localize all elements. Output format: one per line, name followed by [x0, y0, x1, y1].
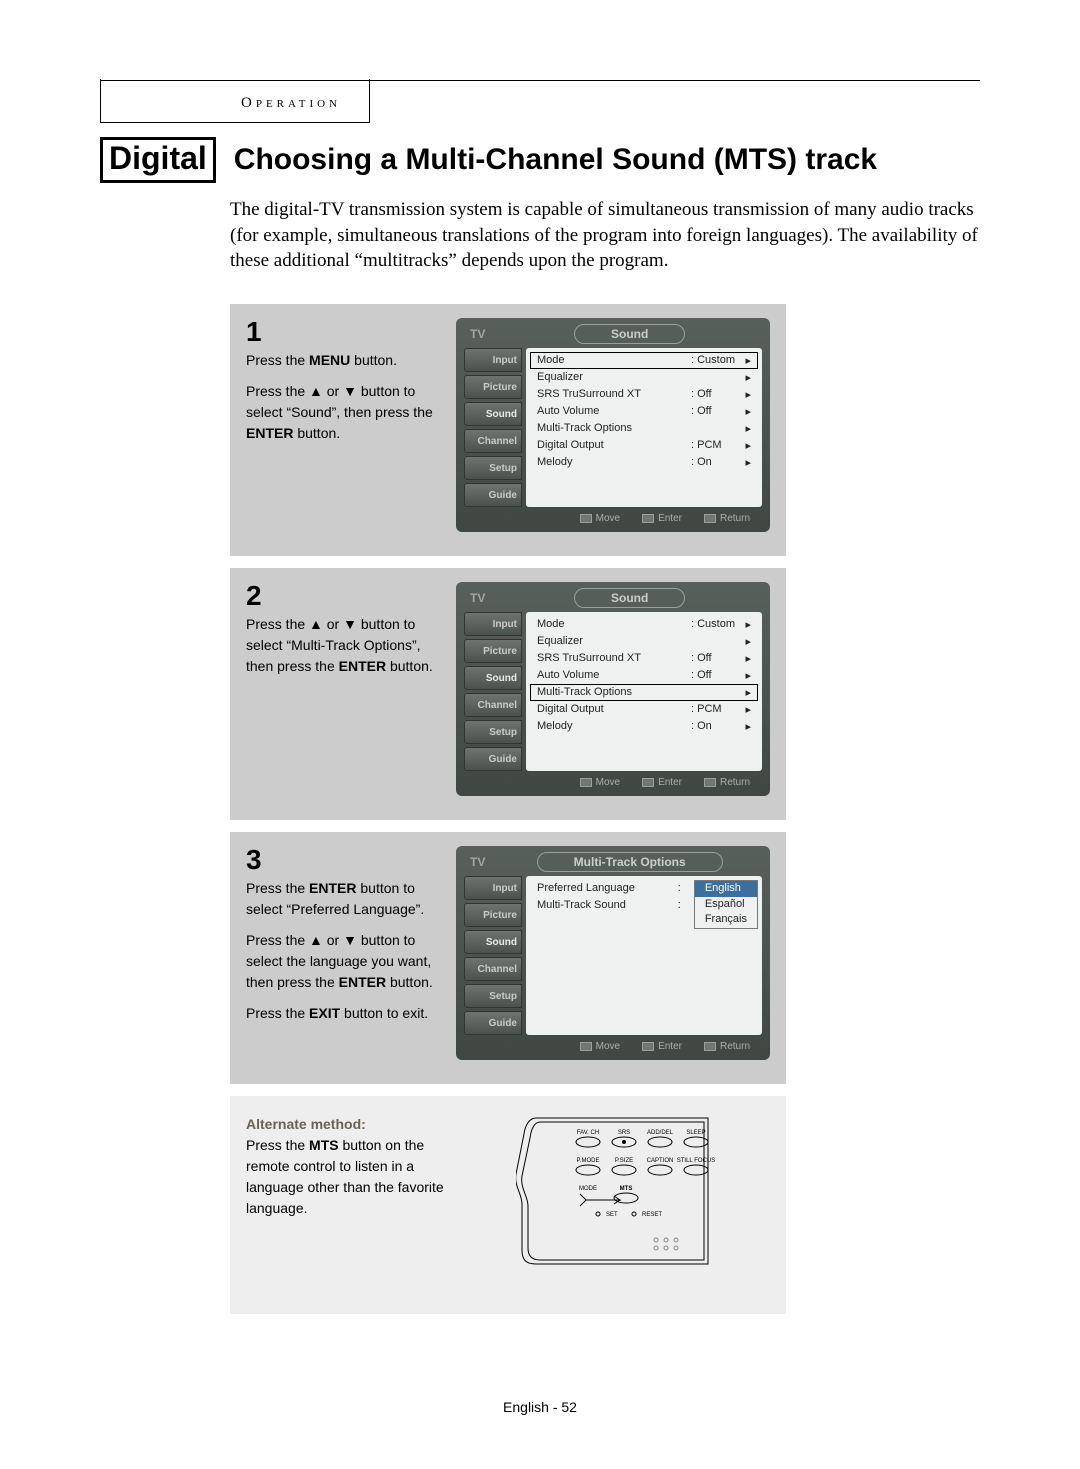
- osd-row: SRS TruSurround XT: Off▸: [530, 386, 758, 403]
- osd-tab: Picture: [464, 375, 522, 399]
- step-block: 1Press the MENU button.Press the ▲ or ▼ …: [230, 304, 786, 556]
- step-text: 1Press the MENU button.Press the ▲ or ▼ …: [246, 318, 442, 444]
- step-number: 3: [246, 846, 442, 874]
- alt-text: Alternate method: Press the MTS button o…: [246, 1114, 456, 1219]
- osd-row: Mode: Custom▸: [530, 352, 758, 369]
- osd-screenshot: TVMulti-Track OptionsInputPictureSoundCh…: [456, 846, 770, 1060]
- osd-tab: Setup: [464, 720, 522, 744]
- osd-row: Multi-Track Options▸: [530, 684, 758, 701]
- osd-tab: Guide: [464, 747, 522, 771]
- osd-tab: Sound: [464, 666, 522, 690]
- osd-tab: Input: [464, 612, 522, 636]
- svg-text:MTS: MTS: [620, 1186, 633, 1192]
- osd-tab: Channel: [464, 693, 522, 717]
- osd-row: Melody: On▸: [530, 718, 758, 735]
- page-footer: English - 52: [0, 1399, 1080, 1415]
- svg-text:P.SIZE: P.SIZE: [615, 1158, 633, 1164]
- digital-tag: Digital: [100, 137, 216, 183]
- svg-text:ADD/DEL: ADD/DEL: [647, 1130, 674, 1136]
- remote-illustration: FAV. CH SRS ADD/DEL SLEEP P.MODE P.SIZE CAPTI…: [516, 1114, 716, 1274]
- intro-text: The digital-TV transmission system is ca…: [230, 197, 980, 274]
- osd-tab: Channel: [464, 429, 522, 453]
- alternate-method-block: Alternate method: Press the MTS button o…: [230, 1096, 786, 1314]
- language-dropdown: EnglishEspañolFrançais: [694, 880, 758, 929]
- osd-tab: Setup: [464, 456, 522, 480]
- osd-tab: Sound: [464, 930, 522, 954]
- section-title: Operation: [100, 79, 370, 123]
- title-row: Digital Choosing a Multi-Channel Sound (…: [100, 137, 980, 183]
- osd-tab: Guide: [464, 483, 522, 507]
- osd-tab: Picture: [464, 903, 522, 927]
- osd-row: Equalizer▸: [530, 369, 758, 386]
- svg-text:CAPTION: CAPTION: [647, 1158, 674, 1164]
- svg-text:FAV. CH: FAV. CH: [577, 1130, 599, 1136]
- osd-tab: Guide: [464, 1011, 522, 1035]
- step-number: 1: [246, 318, 442, 346]
- osd-screenshot: TVSoundInputPictureSoundChannelSetupGuid…: [456, 582, 770, 796]
- alt-heading: Alternate method:: [246, 1116, 366, 1132]
- svg-text:P.MODE: P.MODE: [577, 1158, 600, 1164]
- osd-row: Mode: Custom▸: [530, 616, 758, 633]
- step-number: 2: [246, 582, 442, 610]
- osd-row: Melody: On▸: [530, 454, 758, 471]
- svg-text:SET: SET: [606, 1212, 618, 1218]
- osd-tab: Input: [464, 348, 522, 372]
- osd-tab: Channel: [464, 957, 522, 981]
- svg-text:STILL FOCUS: STILL FOCUS: [677, 1158, 715, 1164]
- svg-text:MODE: MODE: [579, 1186, 597, 1192]
- osd-tab: Sound: [464, 402, 522, 426]
- svg-text:SLEEP: SLEEP: [686, 1130, 705, 1136]
- svg-text:RESET: RESET: [642, 1212, 662, 1218]
- osd-tab: Picture: [464, 639, 522, 663]
- svg-text:SRS: SRS: [618, 1130, 630, 1136]
- section-header: Operation: [100, 80, 980, 81]
- osd-row: Multi-Track Options▸: [530, 420, 758, 437]
- page-title: Choosing a Multi-Channel Sound (MTS) tra…: [234, 143, 877, 177]
- osd-row: Auto Volume: Off▸: [530, 667, 758, 684]
- osd-row: Auto Volume: Off▸: [530, 403, 758, 420]
- step-block: 2Press the ▲ or ▼ button to select “Mult…: [230, 568, 786, 820]
- osd-screenshot: TVSoundInputPictureSoundChannelSetupGuid…: [456, 318, 770, 532]
- step-text: 3Press the ENTER button to select “Prefe…: [246, 846, 442, 1024]
- osd-row: SRS TruSurround XT: Off▸: [530, 650, 758, 667]
- osd-tab: Setup: [464, 984, 522, 1008]
- osd-row: Equalizer▸: [530, 633, 758, 650]
- osd-tab: Input: [464, 876, 522, 900]
- osd-row: Digital Output: PCM▸: [530, 437, 758, 454]
- step-text: 2Press the ▲ or ▼ button to select “Mult…: [246, 582, 442, 677]
- osd-row: Digital Output: PCM▸: [530, 701, 758, 718]
- step-block: 3Press the ENTER button to select “Prefe…: [230, 832, 786, 1084]
